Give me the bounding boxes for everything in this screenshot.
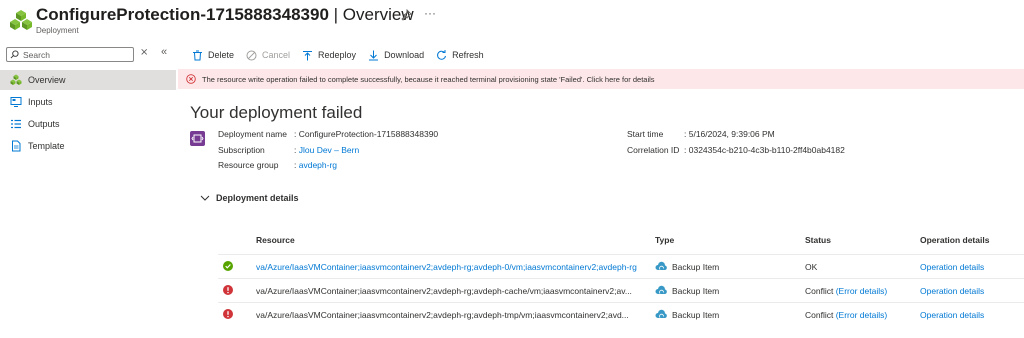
cancel-icon (246, 50, 257, 60)
sidebar: ⨯ « Overview Inputs (0, 44, 178, 338)
deployment-icon (10, 74, 22, 85)
deployment-cubes-icon (10, 10, 32, 30)
status-text: OK (805, 262, 818, 272)
template-icon (12, 140, 21, 152)
column-header-type[interactable]: Type (655, 235, 674, 245)
sidebar-item-label: Template (28, 141, 65, 151)
page-title: ConfigureProtection-1715888348390 | Over… (36, 5, 414, 25)
pin-icon[interactable] (400, 9, 412, 21)
error-banner-text: The resource write operation failed to c… (202, 74, 655, 84)
subscription-link[interactable]: Jlou Dev – Bern (299, 145, 359, 155)
resource-name: va/Azure/IaasVMContainer;iaasvmcontainer… (256, 310, 629, 320)
refresh-icon (437, 49, 447, 60)
inputs-icon (10, 97, 22, 107)
operation-details-link[interactable]: Operation details (920, 310, 984, 320)
outputs-icon (11, 119, 21, 129)
status-text: Conflict (805, 310, 834, 320)
title-separator: | (328, 5, 343, 24)
download-button[interactable]: Download (368, 50, 424, 61)
error-details-link[interactable]: (Error details) (836, 310, 887, 320)
delete-button[interactable]: Delete (192, 50, 234, 61)
sidebar-item-template[interactable]: Template (0, 136, 176, 156)
type-label: Backup Item (672, 285, 720, 296)
correlation-id-key: Correlation ID (627, 145, 680, 155)
backup-cloud-icon (655, 309, 667, 318)
error-circle-icon (186, 74, 196, 84)
deployment-details-label: Deployment details (216, 193, 299, 203)
status-text: Conflict (805, 286, 834, 296)
type-label: Backup Item (672, 309, 720, 320)
backup-cloud-icon (655, 261, 667, 270)
type-label: Backup Item (672, 261, 720, 272)
status-cell: Conflict (Error details) (805, 310, 887, 320)
column-header-operation-details[interactable]: Operation details (920, 235, 989, 245)
subscription-row: Subscription: Jlou Dev – Bern (218, 145, 359, 155)
search-icon (10, 50, 19, 59)
download-label: Download (384, 50, 425, 60)
search-input[interactable] (23, 49, 131, 60)
deployment-status-heading: Your deployment failed (190, 103, 363, 122)
sidebar-item-inputs[interactable]: Inputs (0, 92, 176, 112)
type-cell: Backup Item (655, 261, 719, 272)
redeploy-label: Redeploy (318, 50, 357, 60)
page-subtitle: Deployment (36, 26, 79, 35)
redeploy-icon (303, 50, 313, 60)
table-row: va/Azure/IaasVMContainer;iaasvmcontainer… (218, 278, 1024, 302)
subscription-key: Subscription (218, 145, 265, 155)
error-details-link[interactable]: (Error details) (836, 286, 887, 296)
more-options-icon[interactable]: ··· (424, 6, 436, 20)
refresh-button[interactable]: Refresh (436, 49, 484, 61)
backup-cloud-icon (655, 285, 667, 294)
success-icon (223, 261, 233, 271)
deployment-details-toggle[interactable]: Deployment details (200, 193, 299, 203)
resource-group-key: Resource group (218, 160, 279, 170)
search-box[interactable] (6, 47, 134, 62)
start-time-value: 5/16/2024, 9:39:06 PM (688, 129, 775, 139)
cancel-label: Cancel (262, 50, 291, 60)
error-banner[interactable]: The resource write operation failed to c… (178, 69, 1024, 89)
table-row: va/Azure/IaasVMContainer;iaasvmcontainer… (218, 254, 1024, 278)
sidebar-item-label: Inputs (28, 97, 53, 107)
resource-name: va/Azure/IaasVMContainer;iaasvmcontainer… (256, 286, 632, 296)
table-row: va/Azure/IaasVMContainer;iaasvmcontainer… (218, 302, 1024, 326)
collapse-sidebar-icon[interactable]: « (161, 46, 167, 58)
column-header-status[interactable]: Status (805, 235, 831, 245)
sidebar-item-overview[interactable]: Overview (0, 70, 176, 90)
cancel-button[interactable]: Cancel (246, 50, 290, 61)
status-cell: Conflict (Error details) (805, 286, 887, 296)
correlation-id-row: Correlation ID: 0324354c-b210-4c3b-b110-… (627, 145, 845, 155)
delete-label: Delete (208, 50, 235, 60)
deployment-box-icon (191, 134, 204, 143)
sidebar-item-label: Outputs (28, 119, 60, 129)
type-cell: Backup Item (655, 309, 719, 320)
command-bar: Delete Cancel Redeploy Download Refresh (192, 46, 496, 64)
redeploy-button[interactable]: Redeploy (302, 50, 356, 61)
operation-details-link[interactable]: Operation details (920, 262, 984, 272)
page-header: ConfigureProtection-1715888348390 | Over… (0, 0, 1024, 42)
deployment-name-value: ConfigureProtection-1715888348390 (298, 129, 439, 139)
type-cell: Backup Item (655, 285, 719, 296)
deployment-name-key: Deployment name (218, 129, 287, 139)
download-icon (369, 50, 379, 60)
deployment-name-row: Deployment name: ConfigureProtection-171… (218, 129, 438, 139)
operation-details-link[interactable]: Operation details (920, 286, 984, 296)
deployment-title: ConfigureProtection-1715888348390 (36, 5, 329, 24)
error-icon (223, 285, 233, 295)
chevron-down-icon (200, 195, 210, 201)
sidebar-item-outputs[interactable]: Outputs (0, 114, 176, 134)
sidebar-item-label: Overview (28, 75, 66, 85)
resource-group-link[interactable]: avdeph-rg (299, 160, 337, 170)
correlation-id-value: 0324354c-b210-4c3b-b110-2ff4b0ab4182 (688, 145, 845, 155)
trash-icon (193, 50, 202, 60)
start-time-row: Start time: 5/16/2024, 9:39:06 PM (627, 129, 775, 139)
deployment-resource-icon (190, 131, 205, 146)
resource-link[interactable]: va/Azure/IaasVMContainer;iaasvmcontainer… (256, 262, 648, 272)
start-time-key: Start time (627, 129, 664, 139)
refresh-label: Refresh (452, 50, 484, 60)
clear-filter-icon[interactable]: ⨯ (140, 47, 148, 58)
error-icon (223, 309, 233, 319)
status-cell: OK (805, 262, 817, 272)
resource-group-row: Resource group: avdeph-rg (218, 160, 337, 170)
column-header-resource[interactable]: Resource (256, 235, 295, 245)
